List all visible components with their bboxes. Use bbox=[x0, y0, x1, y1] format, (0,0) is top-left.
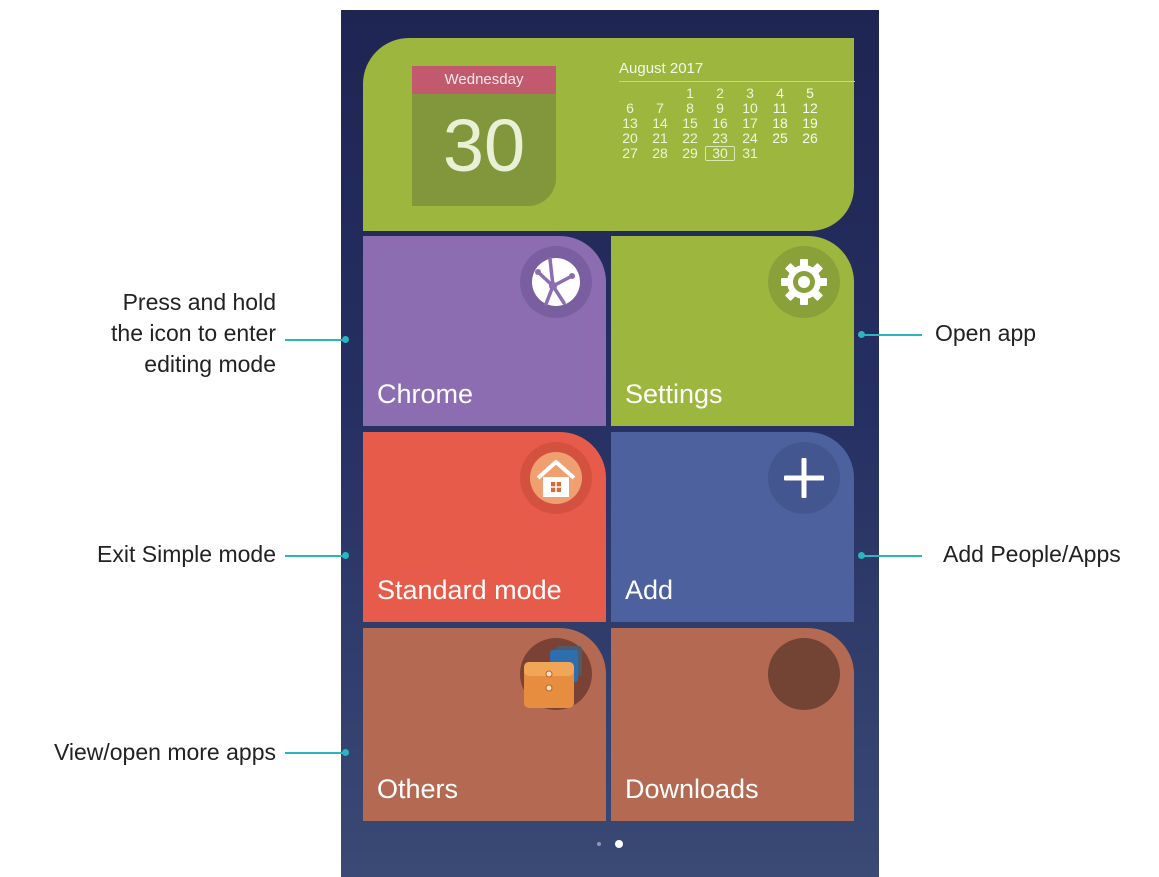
calendar-day-cell[interactable]: 21 bbox=[645, 131, 675, 146]
calendar-day-cell[interactable]: 11 bbox=[765, 101, 795, 116]
callout-press-hold-line3: editing mode bbox=[144, 351, 276, 377]
calendar-empty-cell bbox=[795, 146, 825, 161]
weekday-label: Wednesday bbox=[412, 66, 556, 94]
callout-press-hold-line2: the icon to enter bbox=[111, 320, 276, 346]
calendar-day-cell[interactable]: 8 bbox=[675, 101, 705, 116]
calendar-day-cell[interactable]: 6 bbox=[615, 101, 645, 116]
month-divider bbox=[619, 81, 855, 82]
phone-screen: Wednesday 30 August 2017 1 2 3 4 5 6 7 8 9 10 11 12… bbox=[341, 10, 879, 877]
calendar-day-cell[interactable]: 2 bbox=[705, 86, 735, 101]
callout-press-hold-line1: Press and hold bbox=[122, 289, 276, 315]
callout-add-people: Add People/Apps bbox=[943, 541, 1121, 567]
calendar-day-cell[interactable]: 9 bbox=[705, 101, 735, 116]
calendar-day-cell[interactable]: 25 bbox=[765, 131, 795, 146]
tile-label-others: Others bbox=[377, 774, 459, 804]
tile-standard-mode[interactable]: Standard mode bbox=[363, 432, 606, 622]
callout-line-press-hold bbox=[285, 339, 345, 341]
page-dot-1[interactable] bbox=[597, 842, 601, 846]
globe-icon bbox=[520, 246, 592, 318]
calendar-empty-cell bbox=[765, 146, 795, 161]
tile-settings[interactable]: Settings bbox=[611, 236, 854, 426]
calendar-empty-cell bbox=[615, 86, 645, 101]
callout-dot-view-more bbox=[342, 749, 349, 756]
callout-view-more: View/open more apps bbox=[53, 739, 276, 765]
calendar-day-cell[interactable]: 16 bbox=[705, 116, 735, 131]
callout-dot-exit-simple bbox=[342, 552, 349, 559]
page-dot-2-active[interactable] bbox=[615, 840, 623, 848]
tile-chrome[interactable]: Chrome bbox=[363, 236, 606, 426]
tile-label-add: Add bbox=[625, 575, 674, 605]
calendar-day-cell[interactable]: 18 bbox=[765, 116, 795, 131]
gear-icon bbox=[768, 246, 840, 318]
download-circle-icon bbox=[768, 638, 840, 710]
callout-dot-press-hold bbox=[342, 336, 349, 343]
tile-label-chrome: Chrome bbox=[377, 379, 474, 409]
calendar-day-cell[interactable]: 28 bbox=[645, 146, 675, 161]
calendar-day-cell[interactable]: 12 bbox=[795, 101, 825, 116]
home-icon bbox=[520, 442, 592, 514]
calendar-day-cell[interactable]: 3 bbox=[735, 86, 765, 101]
calendar-day-cell[interactable]: 31 bbox=[735, 146, 765, 161]
tile-downloads[interactable]: Downloads bbox=[611, 628, 854, 821]
callout-line-view-more bbox=[285, 752, 345, 754]
calendar-empty-cell bbox=[645, 86, 675, 101]
day-number: 30 bbox=[442, 104, 526, 187]
calendar-day-cell[interactable]: 1 bbox=[675, 86, 705, 101]
calendar-day-cell[interactable]: 30 bbox=[705, 146, 735, 161]
calendar-day-cell[interactable]: 5 bbox=[795, 86, 825, 101]
calendar-grid: 1 2 3 4 5 6 7 8 9 10 11 12 13 14 15 16 17 18 19 20 21 22 23 24 2… bbox=[615, 86, 825, 161]
page-indicator[interactable] bbox=[597, 839, 627, 849]
calendar-day-cell[interactable]: 22 bbox=[675, 131, 705, 146]
folder-stack-icon bbox=[520, 638, 592, 710]
tile-add[interactable]: Add bbox=[611, 432, 854, 622]
tile-label-settings: Settings bbox=[625, 379, 723, 409]
calendar-day-cell[interactable]: 20 bbox=[615, 131, 645, 146]
date-card: Wednesday 30 bbox=[412, 66, 556, 206]
calendar-day-cell[interactable]: 13 bbox=[615, 116, 645, 131]
callout-exit-simple: Exit Simple mode bbox=[97, 541, 276, 567]
callout-line-add-people bbox=[862, 555, 922, 557]
calendar-day-cell[interactable]: 27 bbox=[615, 146, 645, 161]
calendar-widget[interactable]: Wednesday 30 August 2017 1 2 3 4 5 6 7 8 9 10 11 12… bbox=[363, 38, 855, 231]
plus-icon bbox=[768, 442, 840, 514]
callout-line-exit-simple bbox=[285, 555, 345, 557]
calendar-day-cell[interactable]: 15 bbox=[675, 116, 705, 131]
calendar-day-cell[interactable]: 4 bbox=[765, 86, 795, 101]
callout-open-app: Open app bbox=[935, 320, 1037, 346]
callout-press-hold: Press and hold the icon to enter editing… bbox=[111, 287, 276, 380]
month-title: August 2017 bbox=[619, 60, 704, 77]
calendar-day-cell[interactable]: 17 bbox=[735, 116, 765, 131]
tile-label-standard-mode: Standard mode bbox=[377, 575, 562, 605]
calendar-day-cell[interactable]: 26 bbox=[795, 131, 825, 146]
calendar-day-cell[interactable]: 23 bbox=[705, 131, 735, 146]
callout-line-open-app bbox=[862, 334, 922, 336]
calendar-day-cell[interactable]: 19 bbox=[795, 116, 825, 131]
calendar-day-cell[interactable]: 10 bbox=[735, 101, 765, 116]
tile-others[interactable]: Others bbox=[363, 628, 606, 821]
calendar-day-cell[interactable]: 7 bbox=[645, 101, 675, 116]
tile-label-downloads: Downloads bbox=[625, 774, 759, 804]
calendar-day-cell[interactable]: 29 bbox=[675, 146, 705, 161]
calendar-day-cell[interactable]: 14 bbox=[645, 116, 675, 131]
calendar-day-cell[interactable]: 24 bbox=[735, 131, 765, 146]
